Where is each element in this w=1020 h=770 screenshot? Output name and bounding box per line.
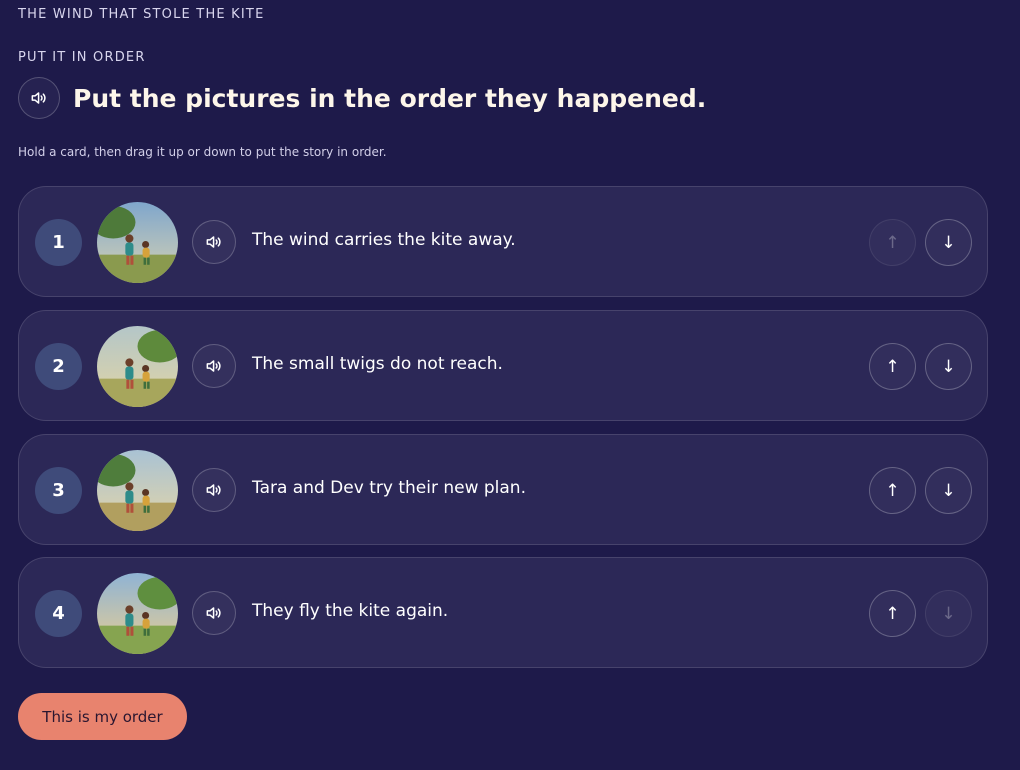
move-down-button[interactable]: ↓ — [925, 590, 972, 637]
story-picture — [97, 326, 178, 407]
arrow-down-icon: ↓ — [941, 603, 956, 624]
story-picture — [97, 573, 178, 654]
card-audio-button[interactable] — [192, 591, 236, 635]
submit-order-button[interactable]: This is my order — [18, 693, 187, 740]
story-card[interactable]: 4 They fly the kite again. ↑ ↓ — [18, 557, 988, 668]
card-caption: The small twigs do not reach. — [252, 354, 503, 374]
story-title: THE WIND THAT STOLE THE KITE — [18, 7, 265, 22]
speaker-icon — [206, 360, 221, 372]
card-number-badge: 2 — [35, 343, 82, 390]
card-number-badge: 1 — [35, 219, 82, 266]
story-card[interactable]: 3 Tara and Dev try their new plan. ↑ ↓ — [18, 434, 988, 545]
speaker-icon — [206, 607, 221, 619]
speaker-icon — [206, 236, 221, 248]
card-number-badge: 4 — [35, 590, 82, 637]
arrow-down-icon: ↓ — [941, 356, 956, 377]
arrow-down-icon: ↓ — [941, 480, 956, 501]
drag-instruction: Hold a card, then drag it up or down to … — [18, 145, 387, 159]
arrow-up-icon: ↑ — [885, 356, 900, 377]
card-caption: The wind carries the kite away. — [252, 230, 516, 250]
prompt-row: Put the pictures in the order they happe… — [18, 76, 706, 120]
arrow-up-icon: ↑ — [885, 232, 900, 253]
prompt-heading: Put the pictures in the order they happe… — [73, 83, 707, 113]
story-card[interactable]: 2 The small twigs do not reach. ↑ ↓ — [18, 310, 988, 421]
move-down-button[interactable]: ↓ — [925, 467, 972, 514]
move-down-button[interactable]: ↓ — [925, 343, 972, 390]
activity-label: PUT IT IN ORDER — [18, 50, 146, 65]
arrow-up-icon: ↑ — [885, 603, 900, 624]
arrow-up-icon: ↑ — [885, 480, 900, 501]
card-audio-button[interactable] — [192, 220, 236, 264]
move-up-button[interactable]: ↑ — [869, 343, 916, 390]
card-audio-button[interactable] — [192, 344, 236, 388]
move-up-button[interactable]: ↑ — [869, 219, 916, 266]
speaker-icon — [206, 484, 221, 496]
arrow-down-icon: ↓ — [941, 232, 956, 253]
card-number-badge: 3 — [35, 467, 82, 514]
speaker-icon — [31, 92, 46, 104]
move-up-button[interactable]: ↑ — [869, 590, 916, 637]
story-picture — [97, 202, 178, 283]
move-down-button[interactable]: ↓ — [925, 219, 972, 266]
prompt-audio-button[interactable] — [18, 77, 60, 119]
card-audio-button[interactable] — [192, 468, 236, 512]
story-card[interactable]: 1 The wind carries the kite away. ↑ ↓ — [18, 186, 988, 297]
move-up-button[interactable]: ↑ — [869, 467, 916, 514]
card-caption: They fly the kite again. — [252, 601, 449, 621]
card-caption: Tara and Dev try their new plan. — [252, 478, 526, 498]
story-picture — [97, 450, 178, 531]
